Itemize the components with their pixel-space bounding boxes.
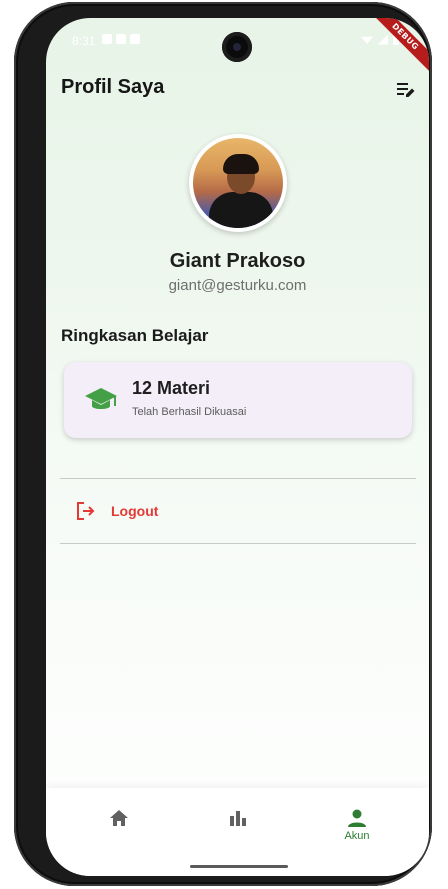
screen: 8:31 DEBUG Profil Saya Giant Prakoso gia… — [46, 18, 429, 876]
bar-chart-icon — [230, 811, 246, 826]
front-camera — [222, 32, 252, 62]
person-icon — [348, 809, 366, 827]
status-bar: 8:31 DEBUG — [46, 18, 429, 78]
nav-akun[interactable]: Akun — [297, 798, 417, 848]
section-title: Ringkasan Belajar — [61, 326, 209, 345]
logout-icon — [77, 502, 95, 520]
avatar-body — [209, 192, 273, 228]
sd-card-icon — [130, 34, 140, 44]
avatar-hair — [223, 154, 259, 174]
notification-icon — [102, 34, 112, 44]
profile-email: giant@gesturku.com — [168, 277, 307, 294]
phone-frame: 8:31 DEBUG Profil Saya Giant Prakoso gia… — [14, 2, 432, 886]
nav-statistics[interactable] — [178, 798, 298, 848]
graduation-cap-icon — [85, 388, 117, 409]
gesture-home-bar[interactable] — [190, 865, 288, 868]
nav-akun-label: Akun — [344, 830, 370, 842]
learning-summary-card: 12 Materi Telah Berhasil Dikuasai — [64, 362, 412, 438]
status-time: 8:31 — [72, 34, 96, 48]
nav-home[interactable] — [59, 798, 179, 848]
edit-note-icon[interactable] — [397, 82, 415, 98]
debug-banner: DEBUG — [364, 18, 429, 78]
status-notification-icons — [102, 34, 140, 44]
logout-label: Logout — [111, 503, 159, 519]
profile-name: Giant Prakoso — [169, 250, 306, 272]
divider — [60, 543, 416, 544]
avatar — [189, 134, 287, 232]
logout-button[interactable]: Logout — [60, 490, 416, 532]
divider — [60, 478, 416, 479]
wifi-icon — [361, 36, 373, 44]
signal-icon — [378, 34, 388, 45]
home-icon — [110, 810, 128, 826]
shield-icon — [116, 34, 126, 44]
avatar-photo — [193, 138, 283, 228]
page-title: Profil Saya — [61, 76, 165, 98]
materi-subtitle: Telah Berhasil Dikuasai — [132, 406, 247, 418]
materi-count: 12 Materi — [132, 378, 211, 398]
bottom-navigation: Akun — [46, 788, 429, 876]
